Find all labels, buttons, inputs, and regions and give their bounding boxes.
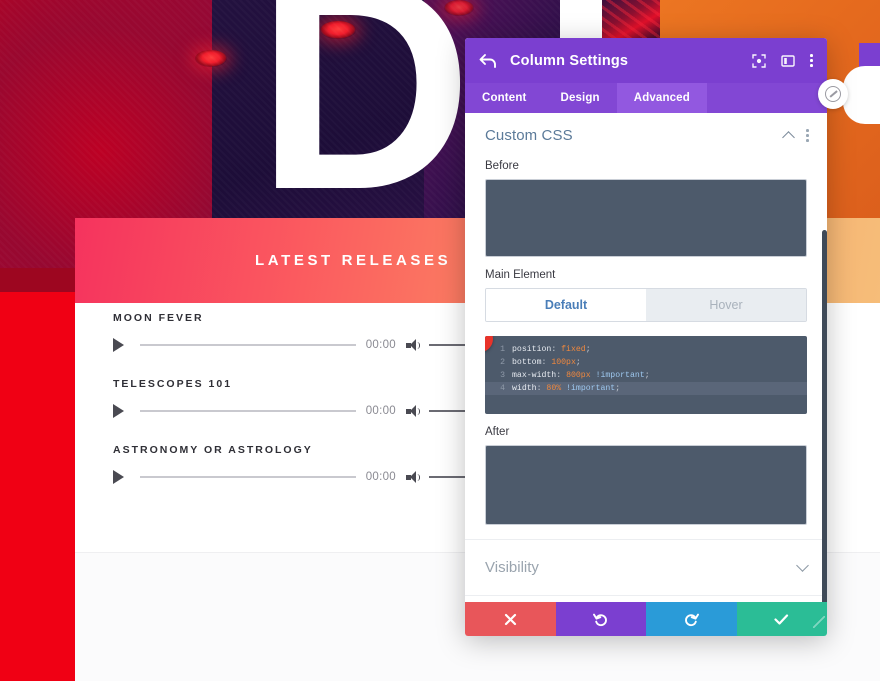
before-textarea[interactable] (485, 179, 807, 257)
audio-player-item: ASTRONOMY OR ASTROLOGY 00:00 (113, 444, 473, 484)
tab-content[interactable]: Content (465, 83, 543, 113)
main-element-field: Main Element Default Hover 1 1position: … (465, 269, 827, 414)
seek-slider[interactable] (140, 344, 356, 346)
logo-letter: D (256, 0, 473, 252)
audio-player-item: TELESCOPES 101 00:00 (113, 378, 473, 418)
volume-icon[interactable] (406, 404, 420, 418)
glow-ring (195, 50, 227, 67)
red-band-shadow (0, 268, 75, 292)
volume-icon[interactable] (406, 338, 420, 352)
modal-body: Custom CSS Before Main Element Default H… (465, 113, 827, 602)
tab-advanced[interactable]: Advanced (616, 83, 707, 113)
code-line: 4 width: 80% !important; (485, 382, 807, 395)
volume-slider[interactable] (429, 343, 467, 347)
cancel-button[interactable] (465, 602, 556, 636)
after-field: After (465, 426, 827, 525)
toggle-hover[interactable]: Hover (646, 289, 806, 321)
time-display: 00:00 (365, 405, 396, 417)
track-title: TELESCOPES 101 (113, 378, 233, 390)
hero-white-strip (560, 0, 602, 38)
red-side-band (0, 292, 75, 681)
glow-ring (320, 21, 356, 39)
css-property: max-width (512, 371, 557, 380)
undo-button[interactable] (555, 602, 646, 636)
more-options-icon[interactable] (810, 54, 813, 67)
track-title: ASTRONOMY OR ASTROLOGY (113, 444, 313, 456)
column-settings-modal: Column Settings Content Design Advanced … (465, 38, 827, 636)
help-toggle-button[interactable] (818, 79, 848, 109)
audio-player-item: MOON FEVER 00:00 (113, 312, 473, 352)
audio-player-list: MOON FEVER 00:00 TELESCOPES 101 00:00 AS… (113, 312, 473, 510)
time-display: 00:00 (365, 471, 396, 483)
screen: D LATEST RELEASES MOON FEVER 00:00 TELES… (0, 0, 880, 681)
line-number: 2 (500, 358, 505, 367)
layout-panel-icon[interactable] (781, 54, 796, 68)
line-number: 3 (500, 371, 505, 380)
play-button[interactable] (113, 470, 124, 484)
help-toggle-icon (825, 86, 841, 102)
modal-tabs: Content Design Advanced (465, 83, 827, 113)
code-line: 1 position: fixed; (485, 343, 807, 356)
code-line: 3 max-width: 800px !important; (485, 369, 807, 382)
volume-slider[interactable] (429, 409, 467, 413)
css-value: 800px (566, 371, 591, 380)
css-important: !important (595, 371, 645, 380)
main-element-code-editor[interactable]: 1 1position: fixed; 2bottom: 100px; 3max… (485, 336, 807, 414)
transitions-accordion[interactable]: Transitions (465, 595, 827, 602)
before-label: Before (485, 160, 519, 172)
track-title: MOON FEVER (113, 312, 204, 324)
css-property: position (512, 345, 552, 354)
volume-icon[interactable] (406, 470, 420, 484)
modal-title: Column Settings (510, 52, 629, 69)
glow-ring (444, 0, 474, 16)
banner-title: LATEST RELEASES (255, 252, 452, 269)
modal-scrollbar[interactable] (822, 230, 827, 602)
section-title: Custom CSS (485, 127, 573, 144)
css-important: !important (566, 384, 616, 393)
modal-header: Column Settings (465, 38, 827, 83)
target-icon[interactable] (752, 53, 767, 68)
css-property: bottom (512, 358, 542, 367)
chevron-down-icon[interactable] (796, 559, 809, 572)
after-label: After (485, 426, 510, 438)
more-options-icon[interactable] (806, 129, 809, 142)
css-value: 80% (546, 384, 562, 393)
play-button[interactable] (113, 404, 124, 418)
seek-slider[interactable] (140, 476, 356, 478)
decor-white-round (843, 66, 880, 124)
css-value: fixed (561, 345, 586, 354)
custom-css-section-header[interactable]: Custom CSS (465, 113, 827, 154)
modal-action-bar (465, 602, 827, 636)
css-value: 100px (551, 358, 576, 367)
visibility-accordion[interactable]: Visibility (465, 539, 827, 595)
volume-slider[interactable] (429, 475, 467, 479)
player-controls: 00:00 (113, 404, 473, 418)
css-property: width (512, 384, 537, 393)
seek-slider[interactable] (140, 410, 356, 412)
play-button[interactable] (113, 338, 124, 352)
line-number: 4 (500, 384, 505, 393)
accordion-label: Visibility (485, 559, 539, 576)
section-tools (782, 129, 809, 144)
state-toggle: Default Hover (485, 288, 807, 322)
main-element-label: Main Element (485, 269, 556, 281)
after-textarea[interactable] (485, 445, 807, 525)
time-display: 00:00 (365, 339, 396, 351)
toggle-default[interactable]: Default (486, 289, 646, 321)
back-arrow-icon[interactable] (479, 53, 497, 69)
tab-design[interactable]: Design (543, 83, 616, 113)
before-field: Before (465, 160, 827, 257)
hero-thumbnail (602, 0, 660, 42)
player-controls: 00:00 (113, 470, 473, 484)
modal-resize-grip-icon[interactable] (813, 616, 825, 628)
redo-button[interactable] (646, 602, 737, 636)
code-line: 2 bottom: 100px; (485, 356, 807, 369)
chevron-up-icon[interactable] (782, 130, 796, 144)
modal-header-actions (752, 53, 813, 68)
player-controls: 00:00 (113, 338, 473, 352)
